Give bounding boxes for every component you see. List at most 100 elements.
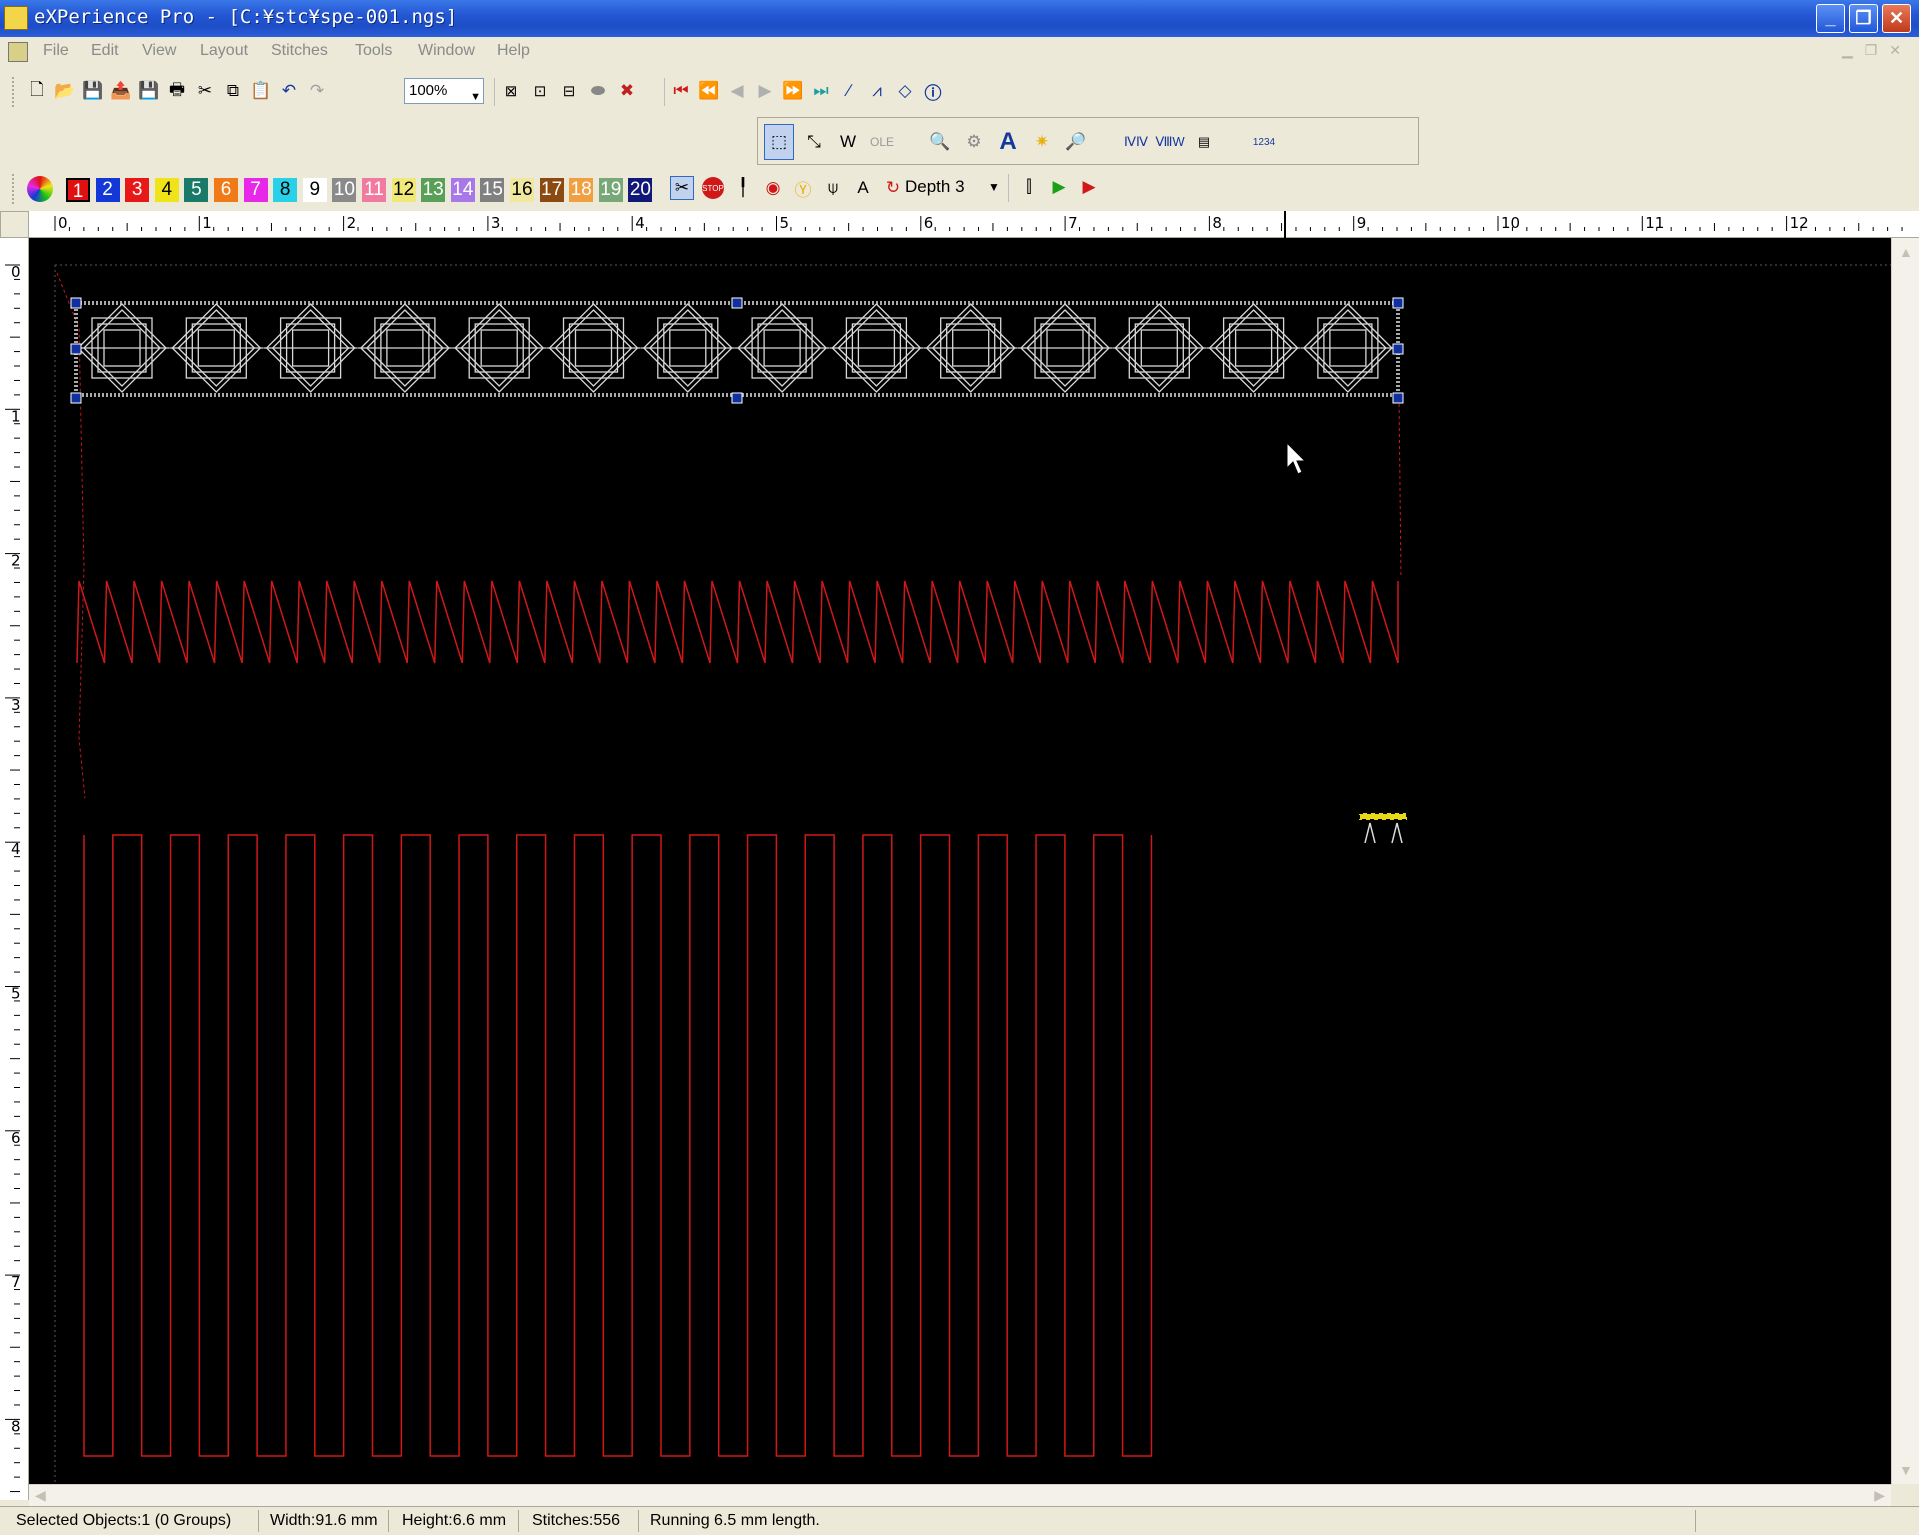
color-swatch-7[interactable]: 7	[243, 178, 268, 202]
color-swatch-15[interactable]: 15	[480, 178, 505, 202]
undo-icon[interactable]: ↶	[278, 80, 300, 102]
selection-handle[interactable]	[1392, 392, 1404, 404]
color-swatch-6[interactable]: 6	[214, 178, 238, 202]
color-swatch-17[interactable]: 17	[539, 178, 564, 202]
wave-icon[interactable]: ⅧW	[1155, 125, 1184, 159]
save-icon[interactable]: 💾	[138, 80, 160, 102]
restore-button[interactable]: ❐	[1849, 4, 1878, 33]
minimize-button[interactable]: _	[1816, 4, 1845, 33]
close-button[interactable]: ✕	[1882, 4, 1911, 33]
menu-layout[interactable]: Layout	[200, 42, 248, 60]
color-swatch-8[interactable]: 8	[273, 178, 298, 202]
color-swatch-14[interactable]: 14	[450, 178, 475, 202]
color-swatch-16[interactable]: 16	[510, 178, 534, 202]
color-swatch-1[interactable]: 1	[66, 178, 90, 202]
stitch-edit-icon[interactable]: W	[834, 125, 862, 159]
running-stitch-icon[interactable]: ∕	[838, 80, 860, 102]
toolbar-grip[interactable]	[12, 174, 18, 204]
scroll-right-icon[interactable]: ▶	[1874, 1487, 1885, 1504]
color-swatch-3[interactable]: 3	[125, 178, 150, 202]
import-icon[interactable]: 📤	[110, 80, 132, 102]
info-icon[interactable]: ⓘ	[922, 80, 944, 103]
satin-stitch-icon[interactable]: ⩘	[866, 80, 888, 102]
forward-one-icon[interactable]: ▶	[754, 80, 776, 102]
mdi-window-controls[interactable]: ▁❐✕	[1842, 42, 1913, 59]
menu-edit[interactable]: Edit	[91, 42, 119, 60]
menu-view[interactable]: View	[142, 42, 176, 60]
horizontal-scrollbar[interactable]: ◀ ▶	[29, 1484, 1891, 1506]
vertical-scrollbar[interactable]: ▲ ▼	[1891, 238, 1919, 1484]
ole-object-icon[interactable]: OLE	[868, 125, 896, 159]
select-all-icon[interactable]: ⊠	[500, 80, 522, 102]
search-icon[interactable]: 🔍	[926, 125, 954, 159]
play-red-icon[interactable]: ▶	[1078, 176, 1100, 198]
sun-icon[interactable]: ✷	[1028, 125, 1056, 159]
document-icon[interactable]	[8, 42, 28, 62]
running-stitch-object[interactable]	[83, 834, 1153, 1457]
color-swatch-2[interactable]: 2	[95, 178, 120, 202]
selection-handle[interactable]	[1392, 297, 1404, 309]
redo-icon[interactable]: ↷	[306, 80, 328, 102]
tie-icon[interactable]: Ⓨ	[792, 177, 814, 200]
color-swatch-5[interactable]: 5	[184, 178, 209, 202]
color-swatch-18[interactable]: 18	[569, 178, 594, 202]
menu-file[interactable]: File	[43, 42, 69, 60]
zoom-select[interactable]: 100% ▼	[404, 78, 484, 104]
back-one-icon[interactable]: ◀	[726, 80, 748, 102]
selection-handle[interactable]	[731, 297, 743, 309]
text-frame-icon[interactable]: ⊡	[529, 80, 551, 102]
scroll-up-icon[interactable]: ▲	[1899, 244, 1913, 260]
motif-stitch-object[interactable]	[70, 297, 1404, 404]
color-swatch-11[interactable]: 11	[362, 178, 386, 202]
chevron-down-icon[interactable]: ▼	[470, 85, 481, 109]
app-icon[interactable]	[4, 6, 28, 30]
pattern-icon[interactable]: ▤	[1190, 125, 1218, 159]
play-green-icon[interactable]: ▶	[1048, 176, 1070, 198]
menu-tools[interactable]: Tools	[355, 42, 392, 60]
stop-icon[interactable]: STOP	[702, 177, 724, 199]
design-canvas[interactable]	[29, 238, 1891, 1484]
save-as-icon[interactable]: 💾	[82, 80, 104, 102]
print-icon[interactable]: 🖶	[166, 80, 188, 102]
color-swatch-13[interactable]: 13	[421, 178, 446, 202]
thread-icon[interactable]: ⍦	[822, 177, 844, 199]
new-file-icon[interactable]: 🗋	[26, 80, 48, 102]
zoom-icon[interactable]: 🔎	[1062, 125, 1090, 159]
selection-handle[interactable]	[70, 297, 82, 309]
color-swatch-9[interactable]: 9	[302, 178, 327, 202]
scroll-left-icon[interactable]: ◀	[35, 1487, 46, 1504]
paste-icon[interactable]: 📋	[250, 80, 272, 102]
zigzag-icon[interactable]: ⅣⅣ	[1122, 125, 1150, 159]
copy-icon[interactable]: ⧉	[222, 80, 244, 102]
back-many-icon[interactable]: ⏪	[698, 80, 720, 102]
sequence-icon[interactable]: 1234	[1250, 125, 1278, 159]
selection-handle[interactable]	[731, 392, 743, 404]
letter-a-icon[interactable]: A	[852, 177, 874, 199]
first-stitch-icon[interactable]: ⏮	[670, 80, 692, 102]
selection-handle[interactable]	[70, 392, 82, 404]
color-swatch-10[interactable]: 10	[332, 178, 357, 202]
scroll-down-icon[interactable]: ▼	[1899, 1462, 1913, 1478]
menu-stitches[interactable]: Stitches	[271, 42, 328, 60]
depth-icon[interactable]: ↻	[882, 177, 904, 199]
machine-icon[interactable]: ⫿	[1018, 176, 1040, 198]
selection-handle[interactable]	[1392, 343, 1404, 355]
gear-icon[interactable]: ⚙	[960, 125, 988, 159]
menu-window[interactable]: Window	[418, 42, 475, 60]
menu-help[interactable]: Help	[497, 42, 530, 60]
forward-many-icon[interactable]: ⏩	[782, 80, 804, 102]
last-stitch-icon[interactable]: ⏭	[810, 80, 832, 102]
trim-icon[interactable]: ⬬	[587, 80, 609, 102]
color-swatch-19[interactable]: 19	[598, 178, 623, 202]
selection-handle[interactable]	[70, 343, 82, 355]
color-swatch-12[interactable]: 12	[391, 178, 416, 202]
open-folder-icon[interactable]: 📂	[54, 80, 76, 102]
stop-trim-icon[interactable]: ✖	[616, 80, 638, 102]
color-swatch-20[interactable]: 20	[628, 178, 653, 202]
center-icon[interactable]: ⊟	[558, 80, 580, 102]
text-tool-icon[interactable]: A	[994, 125, 1022, 159]
trim-scissors-icon[interactable]: ✂	[670, 176, 694, 200]
lock-stitch-icon[interactable]: ◉	[762, 177, 784, 199]
toolbar-grip[interactable]	[12, 77, 18, 107]
select-pointer-icon[interactable]: ⬚	[764, 124, 794, 160]
